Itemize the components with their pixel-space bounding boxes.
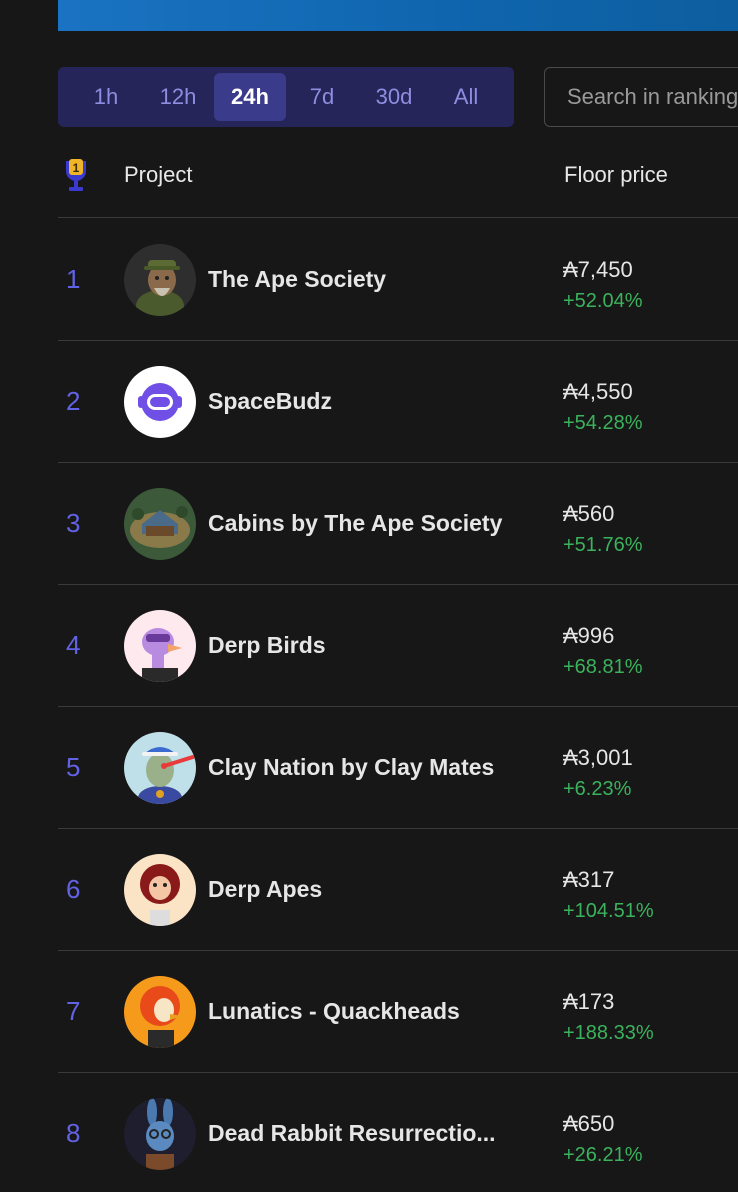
price-change: +68.81% — [563, 656, 643, 678]
floor-price: ₳7,450 — [563, 257, 633, 282]
price-change: +104.51% — [563, 900, 654, 922]
top-banner — [58, 0, 738, 31]
price-change: +26.21% — [563, 1144, 643, 1166]
rank-number: 1 — [66, 264, 81, 294]
table-row[interactable]: 4 Derp Birds ₳996 +68.81% — [58, 585, 738, 707]
floor-price: ₳317 — [563, 867, 615, 892]
floor-price: ₳173 — [563, 989, 615, 1014]
project-column-header[interactable]: Project — [124, 162, 192, 188]
price-change: +54.28% — [563, 412, 643, 434]
table-row[interactable]: 1 The Ape Society ₳7,450 +52.04% — [58, 219, 738, 341]
rank-number: 3 — [66, 508, 81, 538]
rankings-page: 1h 12h 24h 7d 30d All 1 Project Floor pr… — [0, 0, 738, 1192]
floor-price: ₳3,001 — [563, 745, 633, 770]
trophy-badge: 1 — [73, 161, 80, 175]
cabin-avatar-icon — [124, 488, 196, 560]
table-row[interactable]: 5 Clay Nation by Clay Mates ₳3,001 +6.23… — [58, 707, 738, 829]
floor-price: ₳560 — [563, 501, 615, 526]
floor-price: ₳650 — [563, 1111, 615, 1136]
price-change: +188.33% — [563, 1022, 654, 1044]
project-name[interactable]: Cabins by The Ape Society — [208, 463, 502, 584]
filter-24h-button[interactable]: 24h — [214, 73, 286, 121]
table-row[interactable]: 2 SpaceBudz ₳4,550 +54.28% — [58, 341, 738, 463]
project-name[interactable]: Lunatics - Quackheads — [208, 951, 460, 1072]
filter-all-button[interactable]: All — [430, 73, 502, 121]
table-row[interactable]: 6 Derp Apes ₳317 +104.51% — [58, 829, 738, 951]
search-box[interactable] — [544, 67, 738, 127]
price-change: +51.76% — [563, 534, 643, 556]
rank-number: 6 — [66, 874, 81, 904]
filter-7d-button[interactable]: 7d — [286, 73, 358, 121]
project-name[interactable]: SpaceBudz — [208, 341, 332, 462]
floor-price-column-header[interactable]: Floor price — [564, 162, 668, 188]
clay-avatar-icon — [124, 732, 196, 804]
rank-number: 5 — [66, 752, 81, 782]
ape-avatar-icon — [124, 854, 196, 926]
spacebudz-logo-icon — [124, 366, 196, 438]
floor-price: ₳4,550 — [563, 379, 633, 404]
filter-12h-button[interactable]: 12h — [142, 73, 214, 121]
table-header: 1 Project Floor price — [58, 140, 738, 218]
floor-price: ₳996 — [563, 623, 615, 648]
project-name[interactable]: Derp Apes — [208, 829, 322, 950]
bird-avatar-icon — [124, 610, 196, 682]
price-change: +52.04% — [563, 290, 643, 312]
project-name[interactable]: The Ape Society — [208, 219, 386, 340]
rank-number: 7 — [66, 996, 81, 1026]
project-name[interactable]: Dead Rabbit Resurrectio... — [208, 1073, 496, 1192]
filter-30d-button[interactable]: 30d — [358, 73, 430, 121]
filter-1h-button[interactable]: 1h — [70, 73, 142, 121]
trophy-icon[interactable]: 1 — [63, 157, 89, 193]
time-range-filter: 1h 12h 24h 7d 30d All — [58, 67, 514, 127]
price-change: +6.23% — [563, 778, 632, 800]
duck-avatar-icon — [124, 976, 196, 1048]
table-row[interactable]: 8 Dead Rabbit Resurrectio... ₳650 +26.21… — [58, 1073, 738, 1192]
table-row[interactable]: 3 Cabins by The Ape Society ₳560 +51.76% — [58, 463, 738, 585]
rank-number: 2 — [66, 386, 81, 416]
ape-avatar-icon — [124, 244, 196, 316]
table-row[interactable]: 7 Lunatics - Quackheads ₳173 +188.33% — [58, 951, 738, 1073]
project-name[interactable]: Clay Nation by Clay Mates — [208, 707, 494, 828]
search-input[interactable] — [567, 84, 738, 110]
rank-number: 8 — [66, 1118, 81, 1148]
rank-number: 4 — [66, 630, 81, 660]
project-name[interactable]: Derp Birds — [208, 585, 326, 706]
rabbit-avatar-icon — [124, 1098, 196, 1170]
